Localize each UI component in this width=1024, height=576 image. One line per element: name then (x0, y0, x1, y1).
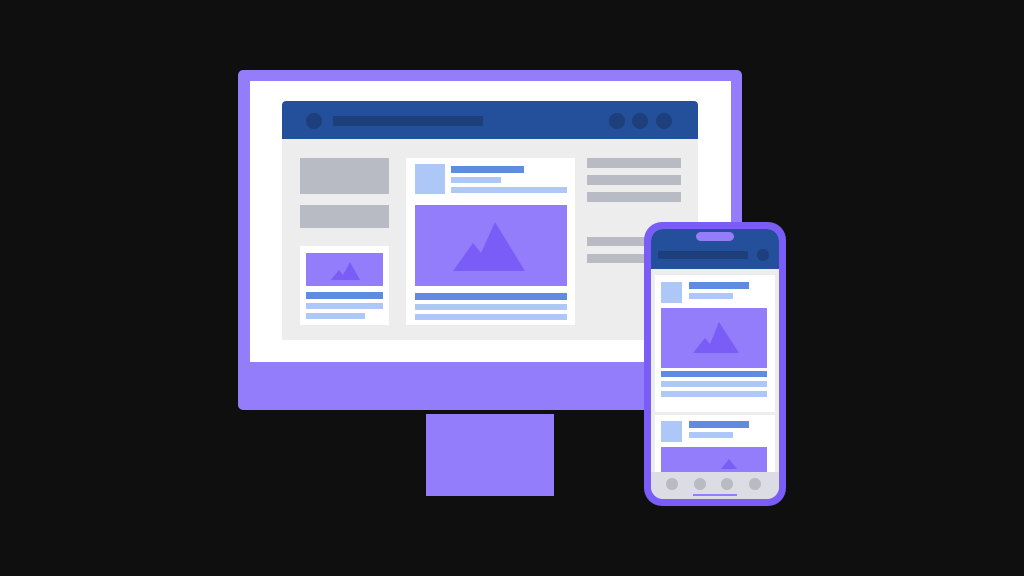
browser-logo-dot (306, 113, 322, 129)
phone-notch (696, 232, 734, 241)
phone-card-1-avatar (661, 282, 682, 303)
phone-card-2-avatar (661, 421, 682, 442)
small-card-line-1 (306, 292, 383, 299)
main-card-line-2 (415, 304, 567, 310)
phone-screen (651, 229, 779, 499)
main-card-meta-line (451, 187, 567, 193)
small-card-line-2 (306, 303, 383, 309)
small-card-image (306, 253, 383, 286)
phone-home-indicator (693, 494, 737, 496)
browser-menu-dot-1 (609, 113, 625, 129)
phone-card-1-line-2 (661, 381, 767, 387)
phone-card-1-subtitle-line (689, 293, 733, 299)
main-card-image (415, 205, 567, 286)
left-placeholder-block-1 (300, 158, 389, 194)
right-placeholder-line-2 (587, 175, 681, 185)
phone-nav-dot-1 (666, 478, 678, 490)
responsive-design-illustration (0, 0, 1024, 576)
browser-menu-dot-3 (656, 113, 672, 129)
monitor-stand (426, 414, 554, 496)
phone-nav-dot-3 (721, 478, 733, 490)
main-card-avatar (415, 164, 445, 194)
image-placeholder-icon (331, 262, 360, 280)
browser-address-bar (333, 116, 483, 126)
phone-card-2-title-line (689, 421, 749, 428)
phone-menu-dot (757, 249, 769, 261)
phone-card-1-title-line (689, 282, 749, 289)
image-placeholder-icon (453, 222, 525, 271)
phone-address-bar (658, 251, 748, 259)
phone-card-1-image (661, 308, 767, 368)
phone-nav-dot-4 (749, 478, 761, 490)
right-placeholder-line-3 (587, 192, 681, 202)
left-placeholder-block-2 (300, 205, 389, 228)
phone-card-1-line-1 (661, 371, 767, 377)
phone-card-1-line-3 (661, 391, 767, 397)
main-card-line-1 (415, 293, 567, 300)
phone-nav-dot-2 (694, 478, 706, 490)
right-placeholder-line-1 (587, 158, 681, 168)
browser-menu-dot-2 (632, 113, 648, 129)
phone-card-2-subtitle-line (689, 432, 733, 438)
main-card-title-line (451, 166, 524, 173)
main-card-subtitle-line (451, 177, 501, 183)
image-placeholder-icon (693, 322, 739, 353)
small-card-line-3 (306, 313, 365, 319)
main-card-line-3 (415, 314, 567, 320)
